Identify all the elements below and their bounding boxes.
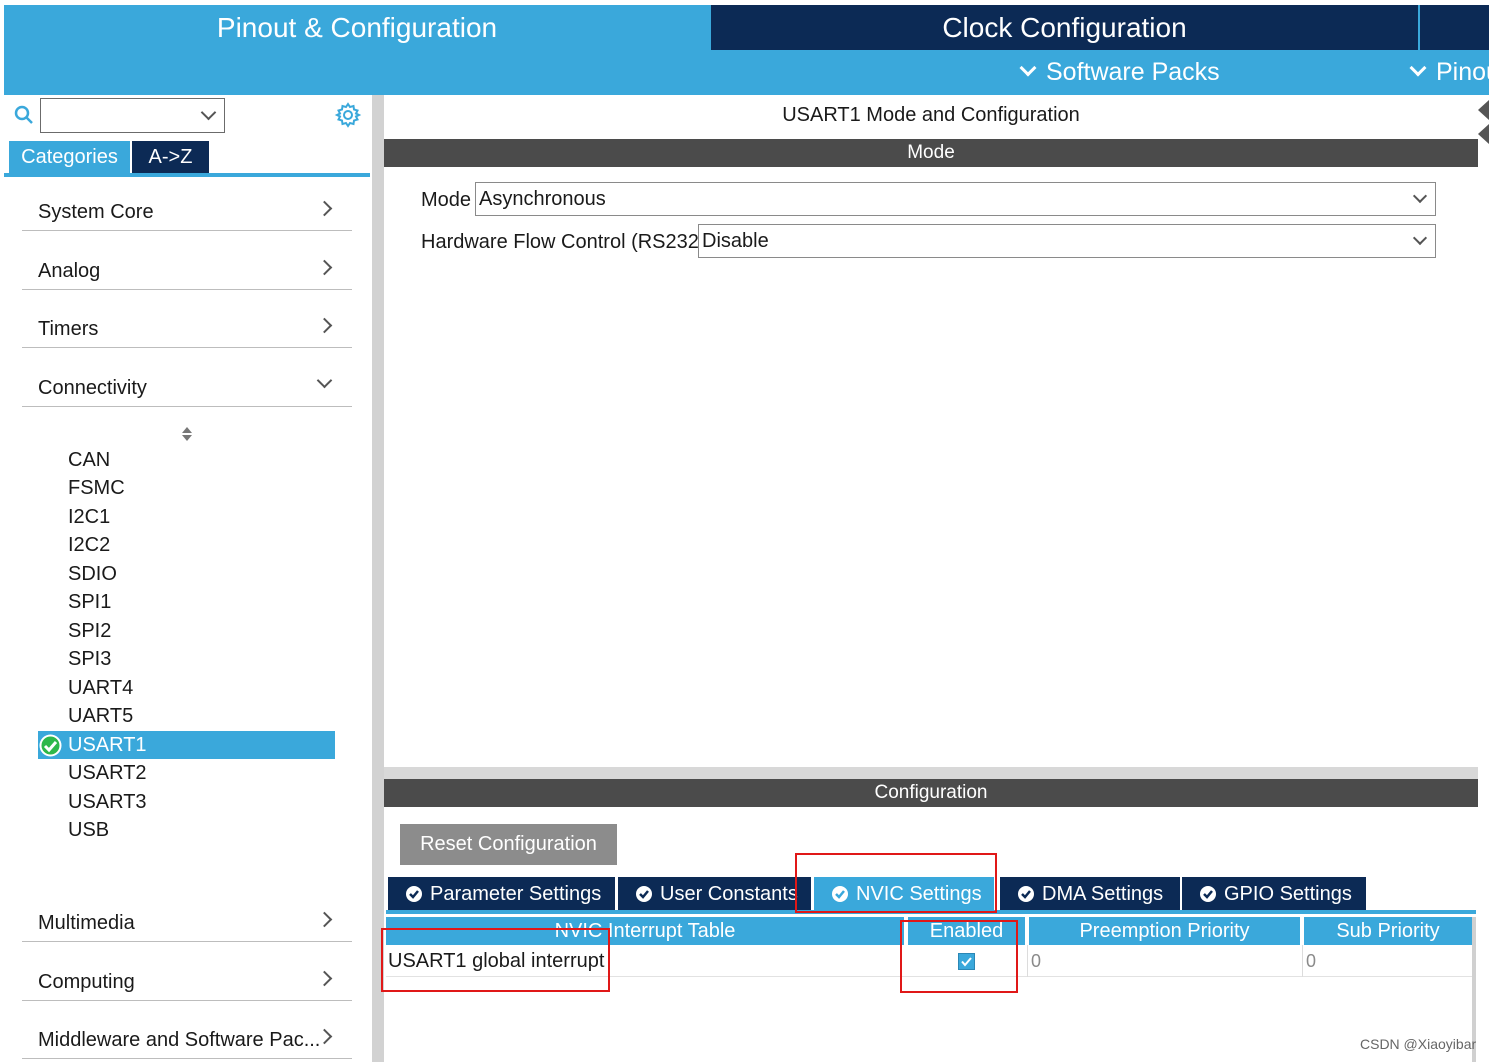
category-timers[interactable]: Timers (22, 290, 352, 348)
column-header-preemption[interactable]: Preemption Priority (1029, 917, 1300, 945)
chevron-down-icon (1409, 59, 1427, 77)
tab-label: User Constants (660, 883, 798, 905)
search-icon[interactable] (14, 105, 34, 125)
category-label: Computing (38, 971, 135, 993)
chevron-down-icon (1412, 188, 1428, 204)
sub-menu-bar: Software Packs Pinou (4, 50, 1489, 95)
configuration-section-header: Configuration (384, 779, 1478, 807)
category-sidebar: Categories A->Z System Core Analog Timer… (4, 95, 370, 1062)
list-item-spi1[interactable]: SPI1 (38, 588, 335, 616)
list-item-usart1[interactable]: USART1 (38, 731, 335, 759)
category-label: Connectivity (38, 377, 147, 399)
chevron-down-icon (1412, 230, 1428, 246)
category-label: System Core (38, 201, 154, 223)
category-label: Multimedia (38, 912, 135, 934)
tab-categories[interactable]: Categories (9, 141, 130, 173)
chevron-right-icon (316, 970, 333, 987)
gear-icon[interactable] (334, 101, 362, 129)
panel-title: USART1 Mode and Configuration (782, 104, 1080, 126)
right-edge (1479, 95, 1489, 1062)
chevron-right-icon (316, 200, 333, 217)
list-item-spi3[interactable]: SPI3 (38, 645, 335, 673)
check-circle-icon (406, 886, 422, 902)
mode-label: Mode (421, 189, 472, 211)
search-input[interactable] (40, 98, 225, 133)
list-item-spi2[interactable]: SPI2 (38, 617, 335, 645)
chevron-right-icon (316, 317, 333, 334)
collapse-arrow-icon[interactable] (1478, 100, 1489, 144)
mode-section-header: Mode (384, 139, 1478, 167)
list-item-uart5[interactable]: UART5 (38, 702, 335, 730)
tab-label: Parameter Settings (430, 883, 602, 905)
tab-gpio-settings[interactable]: GPIO Settings (1182, 877, 1366, 911)
mode-value: Asynchronous (479, 188, 606, 210)
tab-project-manager[interactable] (1420, 5, 1489, 50)
mode-select[interactable]: Asynchronous (475, 182, 1436, 216)
category-label: Timers (38, 318, 99, 340)
tab-label: DMA Settings (1042, 883, 1164, 905)
category-label: Analog (38, 260, 101, 282)
list-item-fsmc[interactable]: FSMC (38, 474, 335, 502)
column-header-sub-priority[interactable]: Sub Priority (1304, 917, 1472, 945)
category-computing[interactable]: Computing (22, 943, 352, 1001)
sort-icon[interactable] (180, 425, 194, 443)
category-middleware[interactable]: Middleware and Software Pac... (22, 1001, 352, 1059)
chevron-down-icon (316, 372, 333, 389)
highlight-enabled-checkbox (900, 920, 1018, 993)
chevron-down-icon (1019, 59, 1037, 77)
software-packs-label: Software Packs (1046, 58, 1220, 86)
check-circle-icon (636, 886, 652, 902)
reset-configuration-button[interactable]: Reset Configuration (400, 824, 617, 865)
list-item-uart4[interactable]: UART4 (38, 674, 335, 702)
top-tab-bar: Pinout & Configuration Clock Configurati… (4, 5, 1489, 50)
category-connectivity[interactable]: Connectivity (22, 349, 352, 407)
watermark: CSDN @Xiaoyibar (1360, 1036, 1477, 1052)
panel-splitter[interactable] (384, 767, 1478, 779)
preemption-priority-value[interactable]: 0 (1027, 945, 1302, 977)
highlight-nvic-tab (795, 853, 997, 913)
list-item-usb[interactable]: USB (38, 816, 335, 844)
category-analog[interactable]: Analog (22, 232, 352, 290)
flow-control-select[interactable]: Disable (698, 224, 1436, 258)
list-item-usart3[interactable]: USART3 (38, 788, 335, 816)
pinout-menu-label: Pinou (1436, 58, 1489, 86)
list-item-can[interactable]: CAN (38, 446, 335, 474)
check-circle-icon (39, 734, 62, 757)
flow-control-label: Hardware Flow Control (RS232) (421, 231, 706, 253)
sub-priority-value[interactable]: 0 (1302, 945, 1474, 977)
software-packs-menu[interactable]: Software Packs (1016, 50, 1220, 95)
category-system-core[interactable]: System Core (22, 173, 352, 231)
tab-pinout-configuration[interactable]: Pinout & Configuration (4, 5, 710, 50)
chevron-right-icon (316, 259, 333, 276)
tab-dma-settings[interactable]: DMA Settings (1000, 877, 1180, 911)
list-item-sdio[interactable]: SDIO (38, 560, 335, 588)
list-item-usart2[interactable]: USART2 (38, 759, 335, 787)
highlight-interrupt-name (381, 928, 610, 992)
pinout-menu[interactable]: Pinou (1406, 50, 1489, 95)
mode-panel: USART1 Mode and Configuration Mode Mode … (384, 95, 1478, 767)
chevron-right-icon (316, 911, 333, 928)
list-item-i2c1[interactable]: I2C1 (38, 503, 335, 531)
tab-label: GPIO Settings (1224, 883, 1352, 905)
list-item-i2c2[interactable]: I2C2 (38, 531, 335, 559)
category-multimedia[interactable]: Multimedia (22, 884, 352, 942)
tab-a-to-z[interactable]: A->Z (132, 141, 209, 173)
list-item-label: USART1 (68, 734, 147, 756)
chevron-down-icon (200, 104, 217, 121)
tab-clock-configuration[interactable]: Clock Configuration (711, 5, 1418, 50)
check-circle-icon (1018, 886, 1034, 902)
sidebar-splitter[interactable] (372, 95, 384, 1062)
flow-control-value: Disable (702, 230, 769, 252)
category-label: Middleware and Software Pac... (38, 1029, 321, 1051)
tab-user-constants[interactable]: User Constants (618, 877, 811, 911)
check-circle-icon (1200, 886, 1216, 902)
tab-parameter-settings[interactable]: Parameter Settings (388, 877, 615, 911)
